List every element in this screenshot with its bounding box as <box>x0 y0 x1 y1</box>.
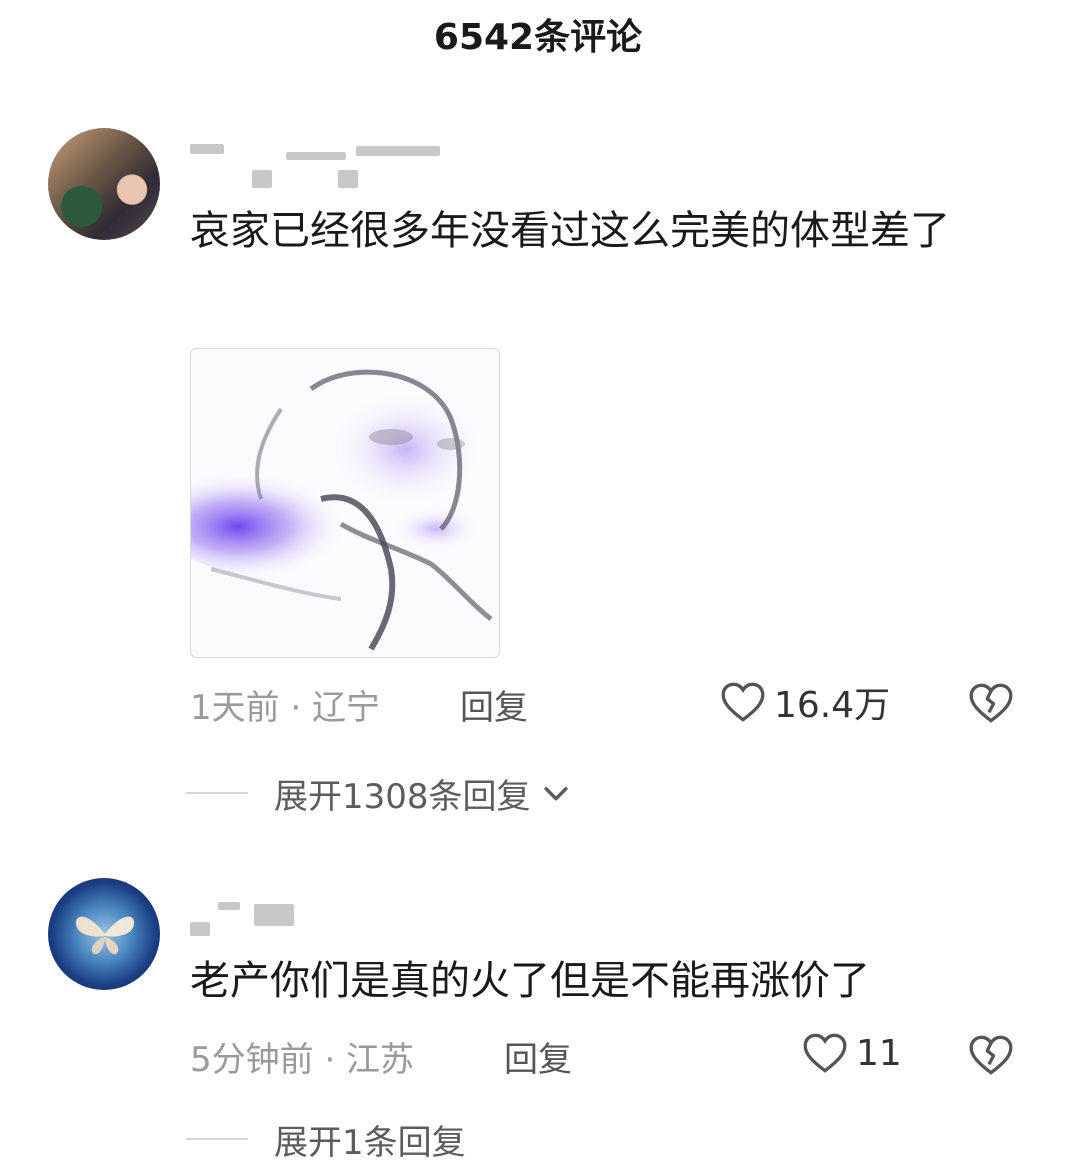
expand-replies-button[interactable]: 展开1308条回复 <box>186 768 573 818</box>
username-redacted[interactable] <box>190 140 450 188</box>
divider-line <box>186 1138 248 1140</box>
dislike-button[interactable] <box>966 1030 1016 1089</box>
username-redacted[interactable] <box>190 894 450 936</box>
avatar[interactable] <box>48 878 160 990</box>
divider-line <box>186 792 248 794</box>
like-count: 16.4万 <box>774 685 891 726</box>
like-count: 11 <box>856 1032 902 1074</box>
chevron-down-icon <box>543 787 568 801</box>
comment-text: 哀家已经很多年没看过这么完美的体型差了 <box>190 208 950 254</box>
like-button[interactable]: 11 <box>800 1028 902 1078</box>
sticker-drawing <box>191 369 493 651</box>
reply-button[interactable]: 回复 <box>460 680 528 729</box>
expand-replies-button[interactable]: 展开1条回复 <box>186 1114 466 1164</box>
comment-meta: 1天前 · 辽宁 回复 16.4万 <box>190 676 1030 732</box>
expand-replies-label: 展开1308条回复 <box>274 776 531 817</box>
heart-icon <box>803 1033 847 1073</box>
butterfly-icon <box>75 916 135 955</box>
dislike-button[interactable] <box>966 678 1016 737</box>
broken-heart-icon <box>969 1035 1013 1075</box>
expand-replies-label: 展开1条回复 <box>274 1122 466 1163</box>
reply-button[interactable]: 回复 <box>504 1032 572 1081</box>
comment-sticker-image[interactable] <box>190 348 500 658</box>
like-button[interactable]: 16.4万 <box>718 676 890 728</box>
comment-text: 老产你们是真的火了但是不能再涨价了 <box>190 958 870 1004</box>
comment-meta: 5分钟前 · 江苏 回复 11 <box>190 1028 1030 1084</box>
heart-icon <box>721 682 765 722</box>
broken-heart-icon <box>969 683 1013 723</box>
comment-time-location: 5分钟前 · 江苏 <box>190 1040 415 1080</box>
comments-count-title: 6542条评论 <box>433 17 643 58</box>
comment-time-location: 1天前 · 辽宁 <box>190 688 381 728</box>
avatar[interactable] <box>48 128 160 240</box>
